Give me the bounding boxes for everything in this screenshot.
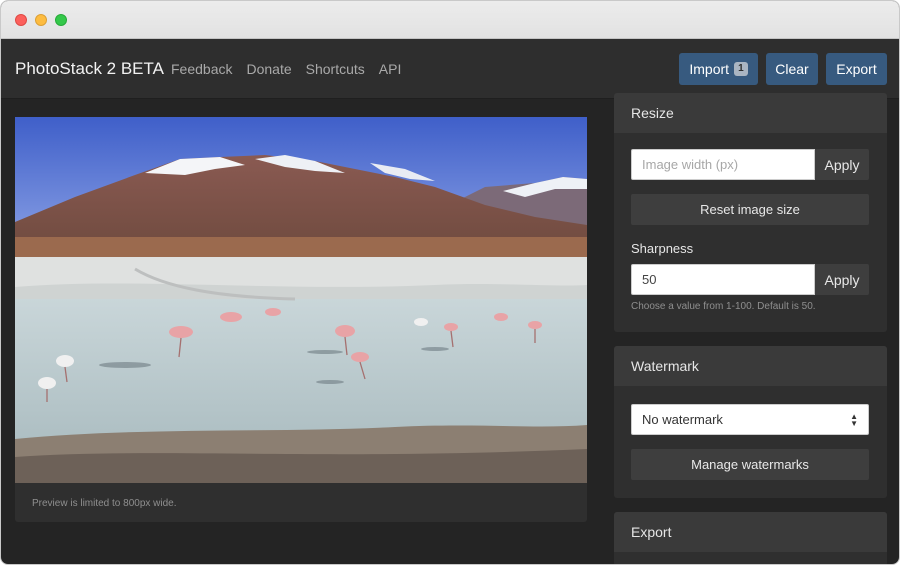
resize-panel: Resize Image width (px) Apply Reset imag… [614,93,887,332]
reset-image-size-button[interactable]: Reset image size [631,194,869,225]
navbar: PhotoStack 2 BETA Feedback Donate Shortc… [1,39,899,99]
nav-links: Feedback Donate Shortcuts API [171,61,415,77]
sharpness-input[interactable]: 50 [631,264,815,295]
image-width-group: Image width (px) Apply [631,149,869,180]
preview-limit-note: Preview is limited to 800px wide. [32,498,177,509]
app-brand[interactable]: PhotoStack 2 BETA [15,59,164,79]
import-button[interactable]: Import 1 [679,53,758,85]
image-width-input[interactable]: Image width (px) [631,149,815,180]
clear-button[interactable]: Clear [766,53,818,85]
resize-panel-title: Resize [614,93,887,133]
apply-sharpness-button[interactable]: Apply [815,264,869,295]
export-button[interactable]: Export [826,53,887,85]
minimize-window-icon[interactable] [35,14,47,26]
watermark-select[interactable]: No watermark ▲ ▼ [631,404,869,435]
window-titlebar [1,1,899,39]
preview-image [15,117,587,483]
zoom-window-icon[interactable] [55,14,67,26]
watermark-selected-value: No watermark [642,412,723,427]
watermark-panel: Watermark No watermark ▲ ▼ Manage waterma… [614,346,887,498]
preview-panel: Preview is limited to 800px wide. [15,117,587,522]
nav-feedback[interactable]: Feedback [171,61,232,77]
export-panel: Export [614,512,887,564]
nav-shortcuts[interactable]: Shortcuts [306,61,365,77]
import-count-badge: 1 [734,62,748,76]
flamingo-landscape-image [15,117,587,483]
nav-api[interactable]: API [379,61,402,77]
sharpness-label: Sharpness [631,241,694,256]
app-window: PhotoStack 2 BETA Feedback Donate Shortc… [0,0,900,565]
apply-width-button[interactable]: Apply [815,149,869,180]
close-window-icon[interactable] [15,14,27,26]
export-panel-title: Export [614,512,887,552]
import-label: Import [689,61,730,77]
sharpness-help: Choose a value from 1-100. Default is 50… [631,301,816,312]
select-arrows-icon: ▲ ▼ [850,411,858,428]
watermark-panel-title: Watermark [614,346,887,386]
sharpness-group: 50 Apply [631,264,869,295]
manage-watermarks-button[interactable]: Manage watermarks [631,449,869,480]
nav-donate[interactable]: Donate [246,61,291,77]
